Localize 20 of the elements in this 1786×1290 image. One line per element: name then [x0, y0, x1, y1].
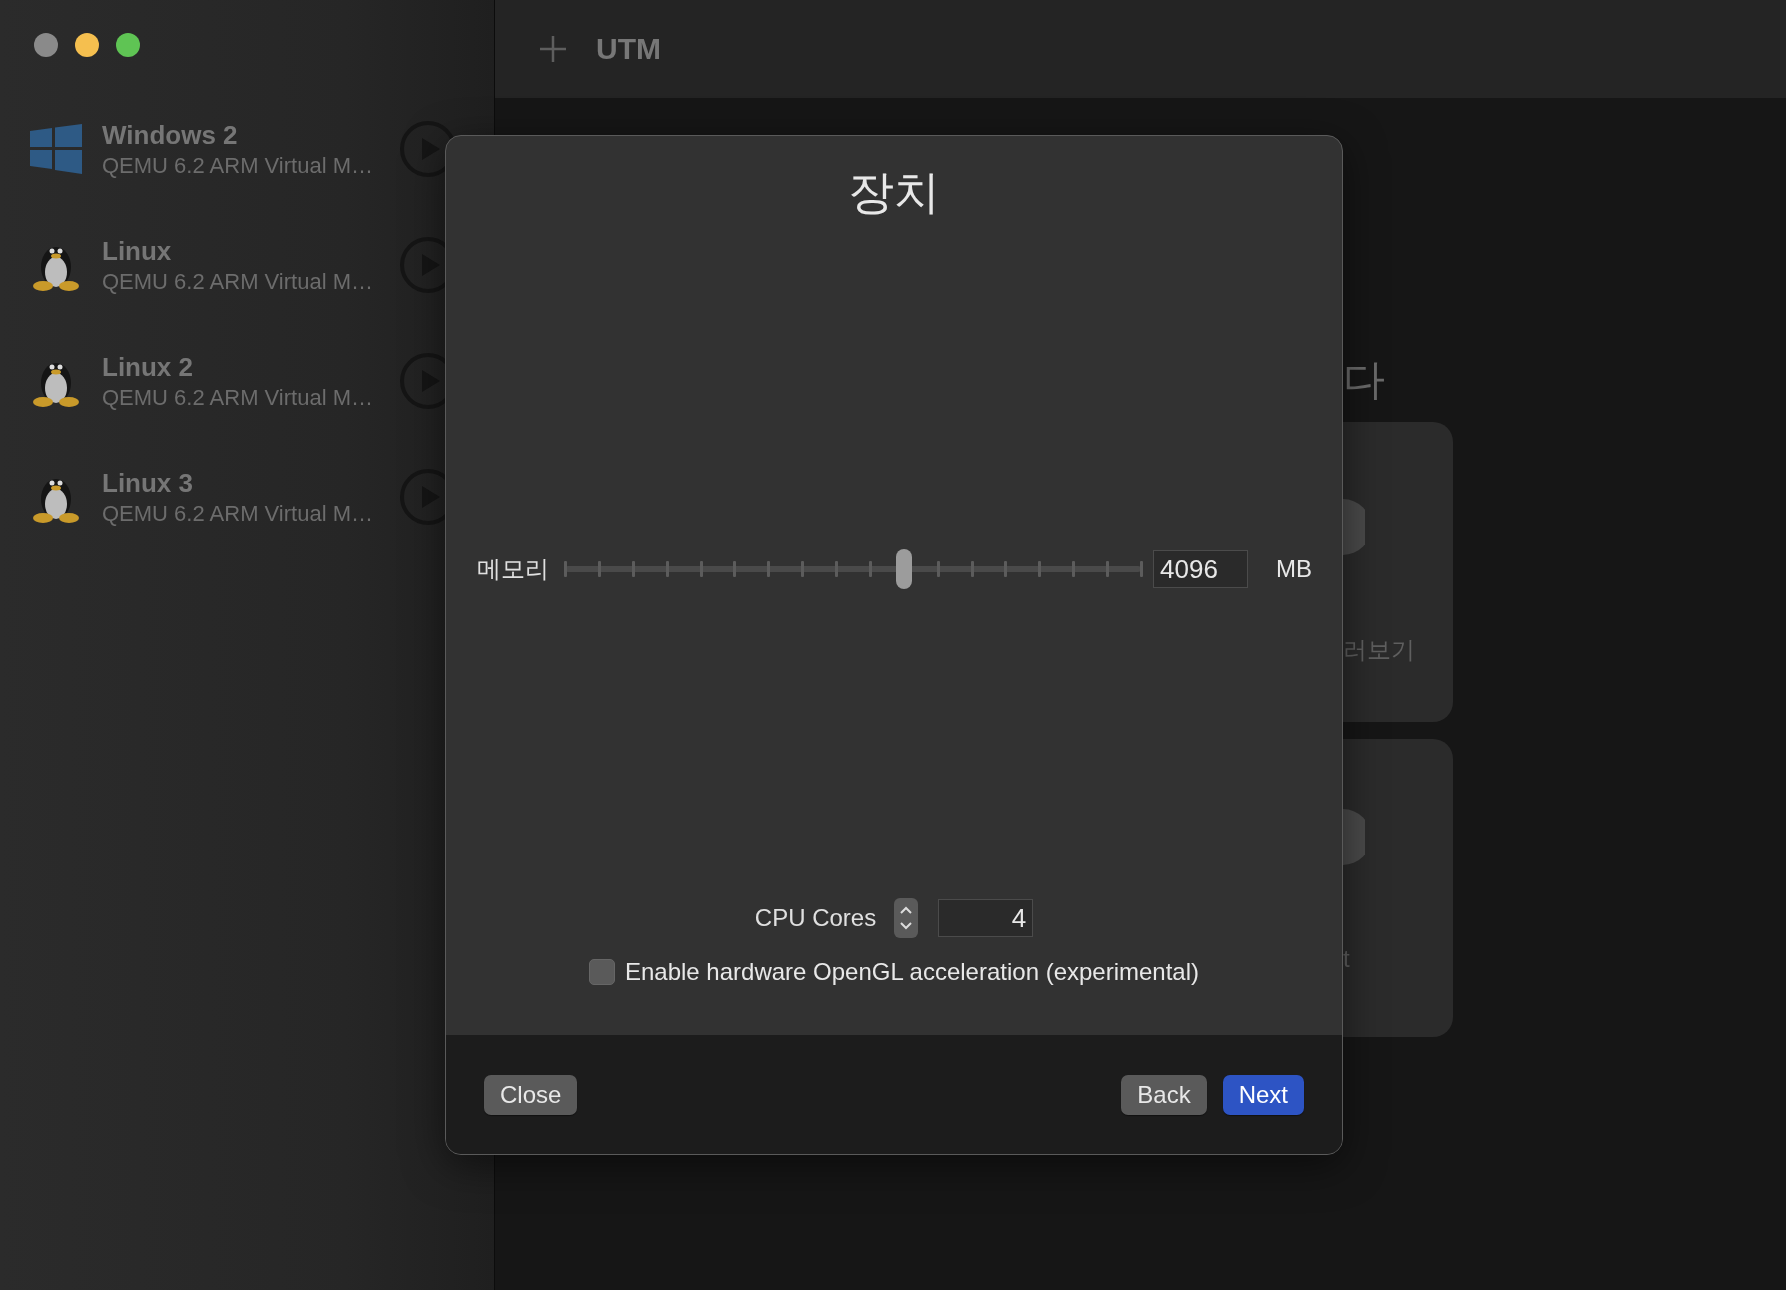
window-title: UTM	[596, 32, 661, 66]
vm-name: Linux 2	[102, 351, 194, 383]
dialog-title: 장치	[848, 165, 940, 220]
memory-field[interactable]: 4096	[1153, 550, 1248, 588]
vm-subtitle: QEMU 6.2 ARM Virtual M…	[102, 500, 373, 527]
memory-label: 메모리	[477, 554, 549, 584]
vm-subtitle: QEMU 6.2 ARM Virtual M…	[102, 384, 373, 411]
cpu-label: CPU Cores	[754, 904, 877, 932]
checkbox-label: Enable hardware OpenGL acceleration (experimental)	[624, 958, 1200, 986]
vm-name: Linux	[102, 235, 173, 267]
unit-label: MB	[1276, 555, 1312, 583]
vm-name: Windows 2	[102, 119, 239, 151]
vm-subtitle: QEMU 6.2 ARM Virtual M…	[102, 152, 373, 179]
back-button[interactable]: Back	[1121, 1074, 1207, 1115]
next-button[interactable]: Next	[1222, 1074, 1304, 1115]
close-button[interactable]: Close	[484, 1074, 578, 1115]
heading-text: 다	[1343, 355, 1386, 405]
vm-name: Linux 3	[102, 467, 194, 499]
vm-subtitle: QEMU 6.2 ARM Virtual M…	[102, 268, 373, 295]
cpu-field[interactable]: 4	[938, 899, 1034, 937]
